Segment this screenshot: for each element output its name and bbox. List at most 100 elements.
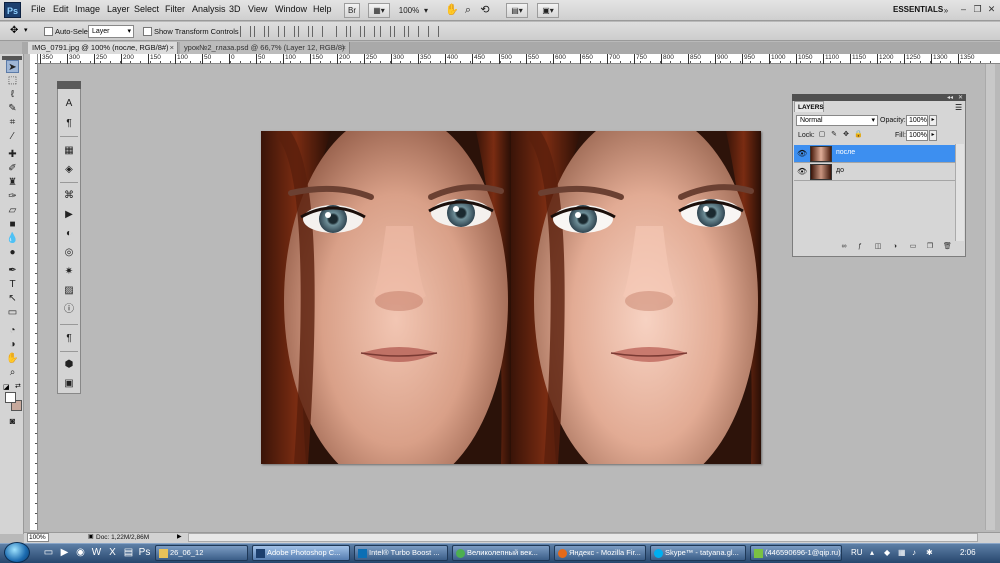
excel-icon[interactable]: X	[106, 547, 119, 559]
menu-window[interactable]: Window	[275, 4, 307, 14]
swap-colors-icon[interactable]: ⇄	[15, 382, 21, 390]
healing-brush-tool-icon[interactable]: ✚	[6, 148, 19, 161]
panel-menu-icon[interactable]: ☰	[955, 103, 962, 112]
3d-rotate-tool-icon[interactable]: ◔	[6, 324, 19, 337]
taskbar-button-folder[interactable]: 26_06_12	[155, 545, 248, 561]
minimize-icon[interactable]: –	[957, 3, 970, 16]
align-top-icon[interactable]	[240, 26, 251, 37]
swatches-panel-icon[interactable]: ▦	[63, 145, 75, 157]
zoom-tool-icon[interactable]: ⌕	[6, 366, 19, 379]
delete-layer-icon[interactable]: 🗑	[943, 243, 952, 251]
history-panel-icon[interactable]: ⌘	[63, 190, 75, 202]
status-zoom-field[interactable]: 100%	[27, 533, 49, 542]
opacity-field[interactable]: 100%	[906, 115, 928, 126]
network-icon[interactable]: ▦	[898, 548, 906, 557]
rotate-view-icon[interactable]: ⟲	[478, 3, 492, 18]
adjustment-layer-icon[interactable]: ◑	[891, 243, 899, 251]
language-indicator[interactable]: RU	[851, 548, 863, 557]
align-left-icon[interactable]	[284, 26, 295, 37]
foreground-color-swatch[interactable]	[5, 392, 16, 403]
status-menu-arrow-icon[interactable]: ▶	[177, 533, 182, 540]
distribute-hcenter-icon[interactable]	[394, 26, 405, 37]
blur-tool-icon[interactable]: 💧	[6, 232, 19, 245]
masks-panel-icon[interactable]: ◎	[63, 247, 75, 259]
animation-panel-icon[interactable]: ▣	[63, 378, 75, 390]
tray-app-icon[interactable]: ◆	[884, 548, 890, 557]
brush-tool-icon[interactable]: ✐	[6, 162, 19, 175]
history-brush-tool-icon[interactable]: ✑	[6, 190, 19, 203]
vertical-ruler[interactable]	[30, 54, 38, 530]
hand-tool-icon[interactable]: ✋	[444, 3, 459, 18]
info-panel-icon[interactable]: ⓘ	[63, 304, 75, 316]
crop-tool-icon[interactable]: ⌗	[6, 116, 19, 129]
zoom-level[interactable]: 100%	[397, 3, 421, 18]
path-selection-tool-icon[interactable]: ↖	[6, 292, 19, 305]
taskbar-button-skype[interactable]: Skype™ - tatyana.gl...	[650, 545, 746, 561]
paragraph-style-icon[interactable]: ¶	[63, 118, 75, 130]
distribute-left-icon[interactable]	[380, 26, 391, 37]
menu-analysis[interactable]: Analysis	[192, 4, 226, 14]
clone-stamp-tool-icon[interactable]: ♜	[6, 176, 19, 189]
photoshop-quicklaunch-icon[interactable]: Ps	[138, 547, 151, 559]
menu-filter[interactable]: Filter	[165, 4, 185, 14]
desktop-icon[interactable]: ▭	[42, 547, 55, 559]
auto-select-dropdown[interactable]: Layer ▾	[88, 25, 134, 38]
menu-view[interactable]: View	[248, 4, 267, 14]
distribute-vcenter-icon[interactable]	[350, 26, 361, 37]
layer-row-posle[interactable]: 👁 после	[794, 145, 955, 163]
lock-image-icon[interactable]: ✎	[830, 131, 838, 139]
align-horizontal-center-icon[interactable]	[298, 26, 309, 37]
hand-tool-icon[interactable]: ✋	[6, 352, 19, 365]
screen-mode-button[interactable]: ▣▾	[537, 3, 559, 18]
adjustments-panel-icon[interactable]: ◐	[63, 228, 75, 240]
volume-icon[interactable]: ♪	[912, 548, 916, 557]
eye-icon[interactable]: 👁	[797, 149, 807, 159]
close-icon[interactable]: ✕	[958, 94, 963, 101]
brushes-panel-icon[interactable]: ✷	[63, 266, 75, 278]
pen-tool-icon[interactable]: ✒	[6, 264, 19, 277]
workspace-switcher[interactable]: ESSENTIALS	[893, 5, 943, 14]
auto-select-checkbox[interactable]	[44, 27, 53, 36]
distribute-bottom-icon[interactable]	[364, 26, 375, 37]
taskbar-button-firefox[interactable]: Яндекс - Mozilla Fir...	[554, 545, 646, 561]
add-mask-icon[interactable]: ◫	[874, 243, 882, 251]
word-icon[interactable]: W	[90, 547, 103, 559]
blend-mode-dropdown[interactable]: Normal ▾	[796, 115, 878, 126]
menu-select[interactable]: Select	[134, 4, 159, 14]
3d-orbit-tool-icon[interactable]: ◑	[6, 338, 19, 351]
arrange-documents-button[interactable]: ▤▾	[506, 3, 528, 18]
start-button[interactable]	[4, 542, 30, 563]
tab-urok-glaza[interactable]: урок№2_глаза.psd @ 66,7% (Layer 12, RGB/…	[180, 42, 350, 54]
firefox-icon[interactable]: ◉	[74, 547, 87, 559]
character-panel-icon[interactable]: A	[63, 98, 75, 110]
quick-selection-tool-icon[interactable]: ✎	[6, 102, 19, 115]
tray-chevron-icon[interactable]: ▴	[870, 548, 874, 557]
lock-position-icon[interactable]: ✥	[842, 131, 850, 139]
auto-align-layers-icon[interactable]	[428, 26, 439, 37]
move-tool-icon[interactable]: ✥	[10, 25, 18, 36]
clock[interactable]: 2:06	[960, 548, 976, 557]
layer-style-icon[interactable]: ƒ	[856, 243, 864, 251]
media-player-icon[interactable]: ▶	[58, 547, 71, 559]
opacity-slider-arrow-icon[interactable]: ▸	[929, 115, 937, 126]
tool-preset-chevron-icon[interactable]: ▾	[24, 26, 28, 34]
actions-panel-icon[interactable]: ▶	[63, 209, 75, 221]
taskbar-button-turbo-boost[interactable]: Intel® Turbo Boost ...	[354, 545, 448, 561]
distribute-top-icon[interactable]	[336, 26, 347, 37]
3d-panel-icon[interactable]: ⬢	[63, 359, 75, 371]
collapse-panel-icon[interactable]: ◂◂	[947, 94, 953, 101]
close-icon[interactable]: ×	[170, 42, 174, 54]
tab-layers[interactable]: LAYERS	[794, 101, 824, 112]
lock-all-icon[interactable]: 🔒	[854, 131, 863, 139]
menu-layer[interactable]: Layer	[107, 4, 130, 14]
paragraph-panel-icon[interactable]: ¶	[63, 333, 75, 345]
shape-tool-icon[interactable]: ▭	[6, 306, 19, 319]
restore-icon[interactable]: ❐	[971, 3, 984, 16]
explorer-icon[interactable]: ▤	[122, 547, 135, 559]
gradient-tool-icon[interactable]: ■	[6, 218, 19, 231]
type-tool-icon[interactable]: T	[6, 278, 19, 291]
tray-app-icon[interactable]: ✱	[926, 548, 933, 557]
view-extras-button[interactable]: ▦▾	[368, 3, 390, 18]
taskbar-button-photoshop[interactable]: Adobe Photoshop C...	[252, 545, 350, 561]
align-bottom-icon[interactable]	[268, 26, 279, 37]
